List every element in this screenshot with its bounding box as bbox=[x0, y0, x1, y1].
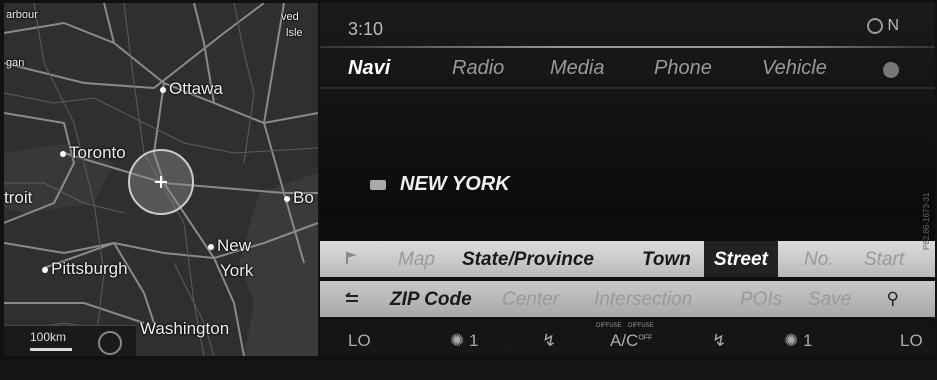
option-zip-code[interactable]: ZIP Code bbox=[390, 289, 472, 311]
option-number[interactable]: No. bbox=[804, 249, 834, 271]
image-code: P82.86-1673-31 bbox=[922, 192, 931, 250]
left-fan[interactable]: ✺ 1 bbox=[450, 331, 478, 351]
destination-name: NEW YORK bbox=[400, 173, 510, 195]
main-menu: Navi Radio Media Phone Vehicle bbox=[320, 53, 935, 87]
city-label-ottawa: Ottawa bbox=[160, 79, 223, 99]
menu-item-phone[interactable]: Phone bbox=[654, 57, 712, 80]
compass-icon[interactable] bbox=[98, 331, 122, 355]
option-intersection[interactable]: Intersection bbox=[594, 289, 692, 311]
map-view[interactable]: arbour gan ved lsle Ottawa Toronto troit… bbox=[4, 3, 318, 356]
diffuse-left: DIFFUSE bbox=[596, 323, 622, 329]
option-state-province[interactable]: State/Province bbox=[462, 249, 594, 271]
right-airflow-icon[interactable]: ↯ bbox=[712, 331, 726, 351]
city-label-washington: Washington bbox=[140, 319, 230, 338]
option-map[interactable]: Map bbox=[398, 249, 435, 271]
address-input-row: Map State/Province Town Street No. Start bbox=[320, 241, 935, 277]
scale-bar bbox=[30, 348, 72, 351]
divider bbox=[320, 46, 935, 48]
right-fan[interactable]: ✺ 1 bbox=[784, 331, 812, 351]
menu-item-vehicle[interactable]: Vehicle bbox=[762, 57, 827, 80]
navigation-panel: 3:10 N Navi Radio Media Phone Vehicle NE… bbox=[320, 3, 935, 356]
scale-label: 100km bbox=[30, 330, 67, 344]
map-label: ved bbox=[281, 11, 299, 23]
left-fan-level: 1 bbox=[468, 331, 479, 350]
climate-bar: LO ✺ 1 ↯ DIFFUSE DIFFUSE A/COFF ↯ ✺ 1 LO bbox=[320, 321, 935, 356]
map-label: gan bbox=[6, 57, 25, 69]
menu-item-media[interactable]: Media bbox=[550, 57, 604, 80]
crosshair-icon bbox=[128, 149, 194, 215]
option-street[interactable]: Street bbox=[704, 241, 778, 277]
city-label-detroit: troit bbox=[4, 188, 33, 207]
city-label-new: New bbox=[208, 236, 251, 256]
city-label-pittsburgh: Pittsburgh bbox=[42, 259, 128, 279]
ac-sub-label: OFF bbox=[638, 334, 653, 342]
menu-item-radio[interactable]: Radio bbox=[452, 57, 504, 80]
address-option-row: ZIP Code Center Intersection POIs Save ⚲ bbox=[320, 281, 935, 317]
left-temp[interactable]: LO bbox=[348, 331, 371, 351]
option-town[interactable]: Town bbox=[642, 249, 691, 271]
map-scale: 100km bbox=[4, 325, 136, 356]
bottom-strip bbox=[0, 360, 937, 380]
flag-icon bbox=[346, 252, 357, 264]
ac-label: A/C bbox=[610, 331, 639, 350]
divider bbox=[320, 87, 935, 89]
right-temp[interactable]: LO bbox=[900, 331, 923, 351]
back-arrow-icon[interactable] bbox=[344, 291, 360, 305]
heading-label: N bbox=[887, 17, 899, 34]
city-label-toronto: Toronto bbox=[60, 143, 126, 163]
menu-item-navi[interactable]: Navi bbox=[348, 57, 390, 80]
map-label: lsle bbox=[286, 27, 303, 39]
left-airflow-icon[interactable]: ↯ bbox=[542, 331, 556, 351]
compass-icon bbox=[867, 18, 884, 34]
city-label-york: York bbox=[220, 261, 254, 280]
diffuse-right: DIFFUSE bbox=[628, 323, 654, 329]
head-unit-screen: arbour gan ved lsle Ottawa Toronto troit… bbox=[0, 0, 937, 380]
us-flag-icon bbox=[370, 179, 386, 190]
option-save[interactable]: Save bbox=[808, 289, 851, 311]
map-roads bbox=[4, 3, 318, 356]
heading-indicator: N bbox=[867, 17, 899, 35]
right-fan-level: 1 bbox=[802, 331, 813, 350]
clock: 3:10 bbox=[348, 19, 384, 39]
search-icon[interactable]: ⚲ bbox=[887, 289, 899, 309]
map-label: arbour bbox=[6, 9, 38, 21]
city-label-boston: Bo bbox=[284, 188, 314, 208]
circle-icon[interactable] bbox=[883, 62, 899, 78]
ac-button[interactable]: A/COFF bbox=[610, 331, 652, 351]
option-pois[interactable]: POIs bbox=[740, 289, 782, 311]
option-center[interactable]: Center bbox=[502, 289, 559, 311]
destination-line: NEW YORK bbox=[370, 173, 510, 196]
option-start[interactable]: Start bbox=[864, 249, 904, 271]
